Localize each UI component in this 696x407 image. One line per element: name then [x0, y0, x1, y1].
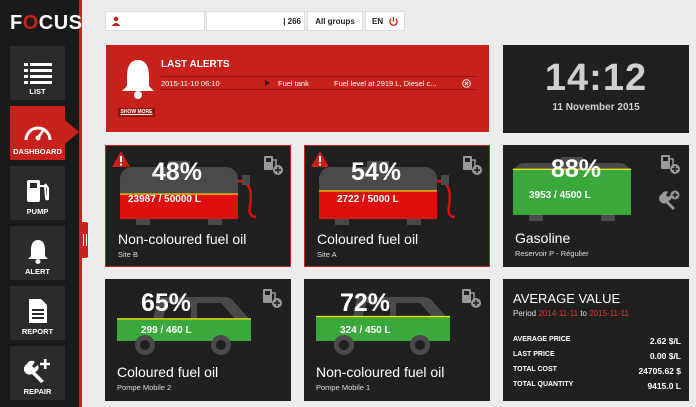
fill-percentage: 72% — [340, 289, 391, 317]
truck-site: Pompe Mobile 2 — [117, 383, 172, 392]
truck-name: Coloured fuel oil — [117, 364, 219, 380]
sidebar-item-label: REPORT — [21, 327, 54, 336]
tank-site: Reservoir P - Régulier — [515, 249, 589, 258]
stat-row-total-cost: TOTAL COST 24705.62 $ — [513, 366, 681, 376]
tank-name: Non-coloured fuel oil — [118, 231, 247, 247]
period-to-word: to — [580, 309, 587, 318]
tank-card[interactable]: 48% 23987 / 50000 L Non-coloured fuel oi… — [105, 145, 291, 267]
sidebar-item-label: DASHBOARD — [13, 147, 62, 156]
sidebar-item-dashboard[interactable]: DASHBOARD — [10, 106, 65, 160]
stat-label: AVERAGE PRICE — [513, 336, 571, 343]
add-fuel-icon[interactable] — [659, 153, 681, 175]
alerts-title: LAST ALERTS — [161, 59, 230, 70]
user-icon — [111, 16, 121, 26]
sidebar: FOCUS LIST DASHBOARD PUMP ALERT REPORT R… — [0, 0, 82, 407]
fill-quantity: 2722 / 5000 L — [337, 194, 399, 205]
fill-quantity: 23987 / 50000 L — [128, 194, 201, 205]
warning-icon — [112, 151, 130, 167]
user-selector[interactable] — [105, 11, 205, 31]
fill-percentage: 65% — [141, 289, 192, 317]
pump-icon — [26, 180, 49, 202]
sidebar-item-label: LIST — [29, 87, 46, 96]
truck-card[interactable]: 65% 299 / 460 L Coloured fuel oil Pompe … — [105, 279, 291, 401]
clock-time: 14:12 — [544, 57, 648, 99]
average-period: Period 2014-11-11 to 2015-11-11 — [513, 309, 629, 318]
period-to: 2015-11-11 — [589, 309, 629, 318]
warning-icon — [311, 151, 329, 167]
tank-card[interactable]: 88% 3953 / 4500 L Gasoline Reservoir P -… — [503, 145, 689, 267]
alert-source: Fuel tank — [278, 78, 309, 88]
average-title: AVERAGE VALUE — [513, 291, 621, 306]
stat-label: LAST PRICE — [513, 351, 555, 358]
sidebar-item-list[interactable]: LIST — [10, 46, 65, 100]
tank-name: Gasoline — [515, 230, 571, 246]
play-icon — [265, 80, 270, 86]
sidebar-item-label: ALERT — [25, 267, 50, 276]
bell-icon — [122, 60, 154, 99]
focus-logo[interactable]: FOCUS — [10, 12, 83, 35]
add-fuel-icon[interactable] — [461, 154, 483, 176]
stat-row-total-quantity: TOTAL QUANTITY 9415.0 L — [513, 381, 681, 391]
fill-quantity: 299 / 460 L — [141, 325, 192, 336]
sidebar-item-label: PUMP — [26, 207, 49, 216]
language-label: EN — [372, 16, 384, 26]
add-fuel-icon[interactable] — [460, 287, 482, 309]
fill-quantity: 3953 / 4500 L — [529, 190, 591, 201]
tank-site: Site B — [118, 250, 139, 259]
gauge-icon — [24, 126, 51, 141]
language-selector[interactable]: EN — [365, 11, 405, 31]
alert-row[interactable]: 2015-11-10 06:10 Fuel tank Fuel level at… — [161, 76, 476, 90]
alert-message: Fuel level at 2919 L, Diesel c... — [334, 78, 437, 88]
show-more-button[interactable]: SHOW MORE — [118, 108, 155, 117]
fill-percentage: 54% — [351, 158, 402, 186]
alert-timestamp: 2015-11-10 06:10 — [161, 78, 220, 88]
repair-icon[interactable] — [659, 189, 681, 211]
wrench-icon — [23, 359, 50, 383]
add-fuel-icon[interactable] — [261, 287, 283, 309]
average-value-panel: AVERAGE VALUE Period 2014-11-11 to 2015-… — [503, 279, 689, 401]
sidebar-item-alert[interactable]: ALERT — [10, 226, 65, 280]
truck-card[interactable]: 72% 324 / 450 L Non-coloured fuel oil Po… — [304, 279, 490, 401]
stat-value: 24705.62 $ — [638, 366, 681, 376]
fill-percentage: 88% — [551, 155, 602, 183]
stat-value: 9415.0 L — [647, 381, 681, 391]
group-selector[interactable]: All groups — [307, 11, 363, 31]
vehicle-count: | 266 — [206, 11, 305, 31]
stat-label: TOTAL QUANTITY — [513, 381, 574, 388]
sidebar-item-pump[interactable]: PUMP — [10, 166, 65, 220]
clock-date: 11 November 2015 — [552, 102, 640, 113]
sidebar-item-label: REPAIR — [23, 387, 52, 396]
tank-site: Site A — [317, 250, 337, 259]
power-icon[interactable] — [388, 16, 399, 27]
clock-panel: 14:12 11 November 2015 — [503, 45, 689, 133]
stat-value: 0.00 $/L — [649, 351, 681, 361]
stat-row-last-price: LAST PRICE 0.00 $/L — [513, 351, 681, 361]
tank-name: Coloured fuel oil — [317, 231, 419, 247]
truck-name: Non-coloured fuel oil — [316, 364, 445, 380]
sidebar-collapse-handle[interactable] — [80, 222, 88, 258]
add-fuel-icon[interactable] — [262, 154, 284, 176]
sidebar-item-repair[interactable]: REPAIR — [10, 346, 65, 400]
period-from: 2014-11-11 — [538, 309, 579, 318]
bell-icon — [27, 240, 48, 264]
period-label: Period — [513, 309, 537, 318]
last-alerts-panel: SHOW MORE LAST ALERTS 2015-11-10 06:10 F… — [106, 45, 489, 132]
stat-value: 2.62 $/L — [649, 336, 681, 346]
stat-label: TOTAL COST — [513, 366, 557, 373]
close-icon[interactable] — [462, 79, 471, 88]
tank-card[interactable]: 54% 2722 / 5000 L Coloured fuel oil Site… — [304, 145, 490, 267]
truck-site: Pompe Mobile 1 — [316, 383, 371, 392]
document-icon — [28, 299, 47, 323]
stat-row-average-price: AVERAGE PRICE 2.62 $/L — [513, 336, 681, 346]
fill-quantity: 324 / 450 L — [340, 325, 391, 336]
sidebar-item-report[interactable]: REPORT — [10, 286, 65, 340]
list-icon — [23, 63, 52, 84]
fill-percentage: 48% — [152, 158, 203, 186]
active-nav-pointer — [65, 120, 79, 144]
